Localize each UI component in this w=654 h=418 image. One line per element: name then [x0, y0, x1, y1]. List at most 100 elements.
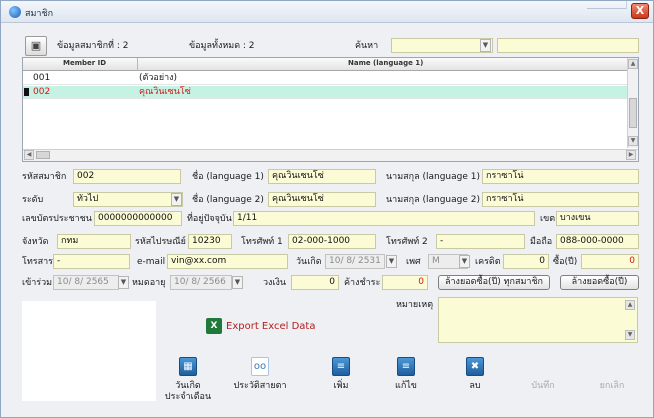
member-code-field[interactable]: 002: [73, 169, 181, 184]
birthday-month-button[interactable]: ▦ วันเกิด ประจำเดือน: [157, 357, 219, 407]
postal-label: รหัสไปรษณีย์: [135, 237, 186, 247]
horizontal-scroll-thumb[interactable]: [36, 151, 50, 159]
cell-name: (ตัวอย่าง): [139, 73, 178, 83]
eye-history-button[interactable]: oo ประวัติสายตา: [229, 357, 291, 407]
surname2-field[interactable]: กราซาโน่: [482, 192, 639, 207]
grid-header: Member ID Name (language 1): [23, 58, 628, 71]
edit-record-icon: ≡: [397, 357, 415, 376]
scroll-up-icon[interactable]: ▲: [628, 59, 638, 69]
delete-button[interactable]: ✖ ลบ: [444, 357, 506, 407]
search-input[interactable]: [497, 38, 639, 53]
table-row-selected[interactable]: 002 คุณวินเซนโซ่: [23, 86, 628, 99]
buy-year-field[interactable]: 0: [581, 254, 639, 269]
glasses-icon: oo: [251, 357, 269, 376]
phone2-label: โทรศัพท์ 2: [386, 237, 428, 247]
cell-member-id: 002: [33, 87, 51, 97]
mobile-label: มือถือ: [530, 237, 553, 247]
clear-year-button[interactable]: ล้างยอดซื้อ(ปี): [560, 275, 639, 290]
table-row[interactable]: 001 (ตัวอย่าง): [23, 72, 628, 85]
member-grid[interactable]: Member ID Name (language 1) 001 (ตัวอย่า…: [22, 57, 639, 162]
gender-label: เพศ: [406, 257, 421, 267]
join-date-dropdown-arrow[interactable]: ▼: [118, 276, 129, 289]
id-card-field[interactable]: 0000000000000: [94, 211, 182, 226]
surname1-label: นามสกุล (language 1): [386, 172, 480, 182]
add-button[interactable]: ≡ เพิ่ม: [310, 357, 372, 407]
member-code-label: รหัสสมาชิก: [22, 172, 67, 182]
id-card-label: เลขบัตรประชาชน: [22, 214, 92, 224]
phone2-field[interactable]: -: [436, 234, 525, 249]
notes-textarea[interactable]: ▲ ▼: [438, 297, 638, 343]
email-field[interactable]: vin@xx.com: [167, 254, 288, 269]
notes-scroll-up-icon[interactable]: ▲: [625, 300, 635, 310]
join-label: เข้าร่วม: [22, 278, 53, 288]
title-bar: สมาชิก X: [1, 1, 653, 23]
column-header-member-id[interactable]: Member ID: [63, 59, 106, 67]
search-dropdown-arrow[interactable]: ▼: [480, 39, 491, 52]
level-select[interactable]: ทั่วไป: [73, 192, 183, 207]
join-date-field[interactable]: 10/ 8/ 2565: [53, 275, 119, 290]
edit-button[interactable]: ≡ แก้ไข: [375, 357, 437, 407]
expire-label: หมดอายุ: [132, 278, 166, 288]
save-button[interactable]: บันทึก: [512, 357, 574, 407]
scroll-down-icon[interactable]: ▼: [628, 136, 638, 146]
birthday-dropdown-arrow[interactable]: ▼: [386, 255, 397, 268]
province-field[interactable]: กทม: [57, 234, 131, 249]
mobile-field[interactable]: 088-000-0000: [556, 234, 639, 249]
email-label: e-mail: [137, 257, 166, 267]
outstanding-field[interactable]: 0: [382, 275, 428, 290]
name2-label: ชื่อ (language 2): [192, 195, 264, 205]
buy-year-label: ซื้อ(ปี): [553, 257, 578, 267]
address-field[interactable]: 1/11: [233, 211, 535, 226]
level-dropdown-arrow[interactable]: ▼: [171, 193, 182, 206]
cell-member-id: 001: [33, 73, 51, 83]
grid-horizontal-scrollbar[interactable]: ◀ ▶: [23, 149, 638, 161]
calendar-icon: ▦: [179, 357, 197, 376]
member-photo[interactable]: [22, 301, 156, 401]
scroll-right-icon[interactable]: ▶: [626, 150, 636, 160]
add-label: เพิ่ม: [333, 381, 349, 391]
titlebar-decoration: [587, 1, 627, 9]
cell-name: คุณวินเซนโซ่: [139, 87, 191, 97]
column-divider: [137, 58, 138, 71]
edit-label: แก้ไข: [395, 381, 417, 391]
notes-label: หมายเหตุ: [396, 300, 434, 310]
scan-card-button[interactable]: ▣: [25, 36, 47, 56]
export-excel-button[interactable]: X Export Excel Data: [206, 318, 326, 336]
fax-label: โทรสาร: [22, 257, 53, 267]
row-pointer-icon: [24, 88, 29, 96]
app-icon: [9, 6, 21, 18]
name2-field[interactable]: คุณวินเซนโซ่: [268, 192, 376, 207]
birthday-field[interactable]: 10/ 8/ 2531: [325, 254, 385, 269]
cancel-label: ยกเลิก: [599, 381, 625, 391]
name1-label: ชื่อ (language 1): [192, 172, 264, 182]
fax-field[interactable]: -: [53, 254, 130, 269]
name1-field[interactable]: คุณวินเซนโซ่: [268, 169, 376, 184]
clear-all-year-button[interactable]: ล้างยอดซื้อ(ปี) ทุกสมาชิก: [438, 275, 550, 290]
expire-date-dropdown-arrow[interactable]: ▼: [232, 276, 243, 289]
total-data-label: ข้อมูลทั้งหมด : 2: [189, 41, 255, 51]
expire-date-field[interactable]: 10/ 8/ 2566: [170, 275, 232, 290]
vertical-scroll-thumb[interactable]: [629, 98, 637, 128]
close-button[interactable]: X: [631, 3, 649, 19]
eye-history-label: ประวัติสายตา: [233, 381, 287, 391]
surname2-label: นามสกุล (language 2): [386, 195, 480, 205]
window-title: สมาชิก: [25, 9, 54, 19]
column-header-name[interactable]: Name (language 1): [348, 59, 423, 67]
grid-vertical-scrollbar[interactable]: ▲ ▼: [627, 58, 638, 148]
save-label: บันทึก: [531, 381, 555, 391]
scroll-left-icon[interactable]: ◀: [24, 150, 34, 160]
search-field-select[interactable]: [391, 38, 493, 53]
credit-field[interactable]: 0: [503, 254, 549, 269]
phone1-field[interactable]: 02-000-1000: [288, 234, 376, 249]
postal-field[interactable]: 10230: [188, 234, 232, 249]
cancel-button[interactable]: ยกเลิก: [581, 357, 643, 407]
limit-field[interactable]: 0: [291, 275, 339, 290]
notes-scroll-down-icon[interactable]: ▼: [625, 330, 635, 340]
search-label: ค้นหา: [355, 41, 379, 51]
add-record-icon: ≡: [332, 357, 350, 376]
district-field[interactable]: บางเขน: [556, 211, 639, 226]
gender-dropdown-arrow[interactable]: ▼: [459, 255, 470, 268]
member-data-label: ข้อมูลสมาชิกที่ : 2: [57, 41, 129, 51]
phone1-label: โทรศัพท์ 1: [241, 237, 283, 247]
surname1-field[interactable]: กราซาโน่: [482, 169, 639, 184]
